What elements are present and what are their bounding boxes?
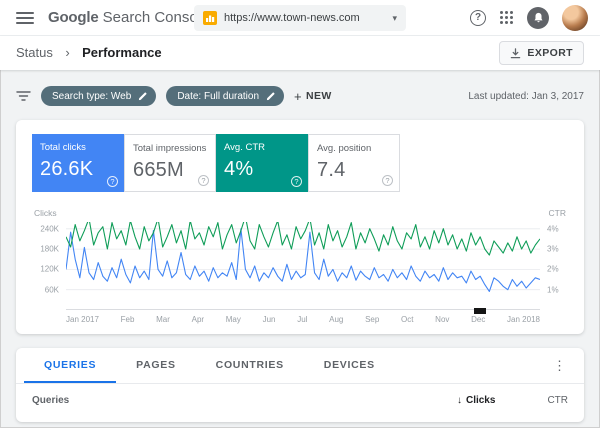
- breadcrumb: Status › Performance: [16, 44, 162, 62]
- avatar[interactable]: [562, 4, 588, 31]
- pencil-icon: [266, 91, 275, 100]
- y-tick: 180K: [40, 244, 59, 254]
- pencil-icon: [139, 91, 147, 100]
- metric-label: Total impressions: [133, 143, 207, 154]
- x-tick: Feb: [120, 315, 135, 324]
- new-label: NEW: [306, 90, 332, 102]
- queries-table-card: QUERIES PAGES COUNTRIES DEVICES ⋮ Querie…: [16, 348, 584, 422]
- x-tick: Jul: [297, 315, 308, 324]
- metric-value: 4%: [224, 158, 254, 180]
- metric-avg-position[interactable]: Avg. position 7.4 ?: [308, 134, 400, 192]
- y-tick: 60K: [44, 285, 59, 295]
- x-tick: Apr: [191, 315, 205, 324]
- property-selector[interactable]: https://www.town-news.com ▾: [194, 5, 406, 31]
- right-axis-ticks: 4% 3% 2% 1%: [540, 222, 568, 310]
- plus-icon: +: [294, 88, 303, 104]
- x-tick: Jan 2017: [66, 315, 99, 324]
- metric-value: 26.6K: [40, 158, 94, 180]
- new-filter-button[interactable]: + NEW: [294, 89, 332, 104]
- logo-google: Google: [48, 9, 99, 26]
- metric-label: Total clicks: [40, 142, 86, 153]
- x-tick: Dec: [471, 315, 486, 324]
- filter-chip-date[interactable]: Date: Full duration: [166, 86, 285, 106]
- apps-grid-icon: [500, 11, 513, 24]
- breadcrumb-bar: Status › Performance EXPORT: [0, 36, 600, 70]
- x-tick: Oct: [401, 315, 414, 324]
- x-tick: Jan 2018: [507, 315, 540, 324]
- metric-tiles: Total clicks 26.6K ? Total impressions 6…: [32, 134, 568, 192]
- line-chart: [66, 222, 540, 310]
- filter-icon[interactable]: [16, 90, 31, 102]
- metric-label: Avg. position: [317, 143, 372, 154]
- more-options-icon[interactable]: ⋮: [543, 358, 576, 374]
- metric-help-icon[interactable]: ?: [382, 175, 393, 186]
- tab-devices[interactable]: DEVICES: [304, 348, 395, 383]
- left-axis-ticks: 240K 180K 120K 60K: [32, 222, 66, 310]
- clicks-ctr-chart: Clicks CTR 240K 180K 120K 60K 4% 3% 2% 1…: [32, 208, 568, 324]
- main-content: Search type: Web Date: Full duration + N…: [0, 70, 600, 422]
- metric-value: 665M: [133, 159, 184, 181]
- chip-label: Search type: Web: [52, 90, 132, 102]
- last-updated-text: Last updated: Jan 3, 2017: [468, 90, 584, 102]
- download-icon: [511, 47, 521, 58]
- tab-pages[interactable]: PAGES: [116, 348, 195, 383]
- left-axis-title: Clicks: [34, 208, 57, 218]
- column-header-queries: Queries: [32, 394, 70, 406]
- y-tick: 3%: [547, 244, 559, 254]
- y-tick: 4%: [547, 224, 559, 234]
- right-axis-title: CTR: [548, 208, 566, 218]
- filter-chip-search-type[interactable]: Search type: Web: [41, 86, 157, 106]
- metric-label: Avg. CTR: [224, 142, 266, 153]
- help-button[interactable]: ?: [470, 9, 486, 26]
- y-tick: 1%: [547, 285, 559, 295]
- chart-plot-area[interactable]: [66, 222, 540, 314]
- column-header-ctr[interactable]: CTR: [547, 395, 568, 406]
- export-button[interactable]: EXPORT: [499, 41, 584, 65]
- export-label: EXPORT: [527, 47, 573, 59]
- breadcrumb-status[interactable]: Status: [16, 45, 53, 60]
- apps-grid-button[interactable]: [499, 10, 514, 25]
- x-tick: Mar: [156, 315, 170, 324]
- chart-drag-marker[interactable]: [473, 308, 486, 314]
- x-tick: May: [225, 315, 241, 324]
- property-icon: [203, 11, 217, 25]
- metric-avg-ctr[interactable]: Avg. CTR 4% ?: [216, 134, 308, 192]
- tab-queries[interactable]: QUERIES: [24, 348, 117, 383]
- x-axis-ticks: Jan 2017 Feb Mar Apr May Jun Jul Aug Sep…: [66, 315, 540, 324]
- chip-label: Date: Full duration: [177, 90, 260, 102]
- metric-value: 7.4: [317, 159, 346, 181]
- property-url: https://www.town-news.com: [224, 12, 360, 24]
- table-header-row: Queries ↓ Clicks CTR: [16, 384, 584, 416]
- y-tick: 2%: [547, 264, 559, 274]
- top-app-bar: Google Search ConsoleBETA https://www.to…: [0, 0, 600, 36]
- sort-desc-icon: ↓: [456, 394, 462, 406]
- metric-total-clicks[interactable]: Total clicks 26.6K ?: [32, 134, 124, 192]
- bell-icon: [527, 6, 549, 29]
- x-tick: Aug: [329, 315, 344, 324]
- performance-card: Total clicks 26.6K ? Total impressions 6…: [16, 120, 584, 334]
- y-tick: 120K: [40, 264, 59, 274]
- breadcrumb-separator: ›: [65, 45, 70, 60]
- menu-icon[interactable]: [16, 11, 34, 24]
- tab-countries[interactable]: COUNTRIES: [196, 348, 304, 383]
- help-icon: ?: [470, 9, 486, 26]
- filter-row: Search type: Web Date: Full duration + N…: [16, 82, 584, 110]
- chevron-down-icon: ▾: [392, 12, 397, 23]
- table-tabs: QUERIES PAGES COUNTRIES DEVICES ⋮: [16, 348, 584, 384]
- notifications-button[interactable]: [527, 6, 549, 29]
- metric-help-icon[interactable]: ?: [107, 176, 118, 187]
- metric-total-impressions[interactable]: Total impressions 665M ?: [124, 134, 216, 192]
- topbar-actions: ?: [470, 4, 588, 31]
- page-title: Performance: [82, 45, 162, 60]
- column-header-clicks[interactable]: ↓ Clicks: [457, 395, 495, 406]
- y-tick: 240K: [40, 224, 59, 234]
- metric-help-icon[interactable]: ?: [291, 176, 302, 187]
- metric-help-icon[interactable]: ?: [198, 175, 209, 186]
- x-tick: Sep: [365, 315, 380, 324]
- x-tick: Jun: [262, 315, 276, 324]
- x-tick: Nov: [435, 315, 450, 324]
